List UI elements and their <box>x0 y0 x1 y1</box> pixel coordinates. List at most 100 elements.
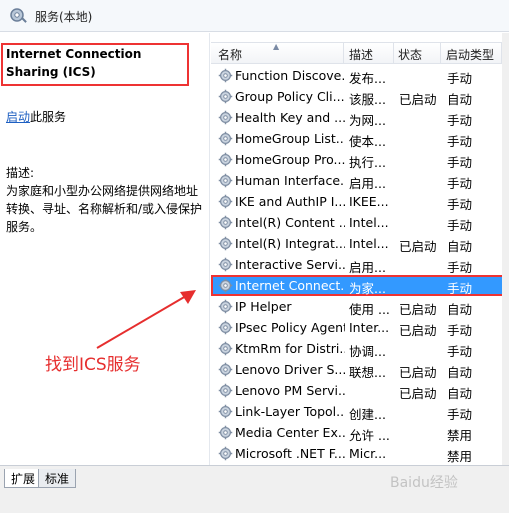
service-gear-icon <box>218 89 233 104</box>
service-row[interactable]: IP Helper 使用 ... 已启动 自动 <box>211 296 509 317</box>
service-description: 为网... <box>349 113 386 128</box>
service-startup-type: 手动 <box>447 113 473 128</box>
tab-standard[interactable]: 标准 <box>38 469 77 488</box>
service-description: Intel... <box>349 215 389 230</box>
service-name: Human Interface... <box>235 173 345 188</box>
service-startup-type: 手动 <box>447 176 473 191</box>
service-startup-type: 手动 <box>447 407 473 422</box>
service-description: IKEE... <box>349 194 389 209</box>
service-description: 该服... <box>349 92 386 107</box>
service-startup-type: 手动 <box>447 71 473 86</box>
service-name: KtmRm for Distri... <box>235 341 345 356</box>
service-gear-icon <box>218 68 233 83</box>
column-header-startup-type[interactable]: 启动类型 <box>446 46 494 63</box>
service-startup-type: 手动 <box>447 155 473 170</box>
column-header-description[interactable]: 描述 <box>349 46 373 63</box>
watermark-text: Baidu经验 <box>390 475 458 491</box>
services-icon <box>10 8 27 23</box>
service-row[interactable]: IPsec Policy Agent Inter... 已启动 手动 <box>211 317 509 338</box>
service-row[interactable]: HomeGroup Pro... 执行... 手动 <box>211 149 509 170</box>
service-startup-type: 禁用 <box>447 428 473 443</box>
start-service-link[interactable]: 启动 <box>6 110 30 124</box>
vertical-scrollbar[interactable] <box>502 33 509 465</box>
service-row[interactable]: Media Center Ex... 允许 ... 禁用 <box>211 422 509 443</box>
service-description: Intel... <box>349 236 389 251</box>
service-status: 已启动 <box>399 92 437 107</box>
services-list: ▲ 名称 描述 状态 启动类型 Function Discove... 发布...… <box>211 33 509 465</box>
service-description: 为家... <box>349 281 386 296</box>
service-name: HomeGroup List... <box>235 131 345 146</box>
service-row[interactable]: Health Key and ... 为网... 手动 <box>211 107 509 128</box>
service-name: HomeGroup Pro... <box>235 152 345 167</box>
sort-up-icon: ▲ <box>273 42 280 51</box>
service-gear-icon <box>218 404 233 419</box>
service-description: 启用... <box>349 176 386 191</box>
service-startup-type: 手动 <box>447 218 473 233</box>
column-divider[interactable] <box>440 43 441 64</box>
column-header-row: ▲ 名称 描述 状态 启动类型 <box>211 42 509 64</box>
service-row[interactable]: Intel(R) Integrat... Intel... 已启动 自动 <box>211 233 509 254</box>
service-row[interactable]: Lenovo PM Servi... 已启动 自动 <box>211 380 509 401</box>
service-status: 已启动 <box>399 386 437 401</box>
title-bar: 服务(本地) <box>0 0 509 32</box>
service-gear-icon <box>218 320 233 335</box>
service-name: Media Center Ex... <box>235 425 345 440</box>
service-startup-type: 手动 <box>447 344 473 359</box>
description-text: 为家庭和小型办公网络提供网络地址转换、寻址、名称解析和/或入侵保护服务。 <box>6 184 203 234</box>
service-gear-icon <box>218 215 233 230</box>
service-gear-icon <box>218 341 233 356</box>
service-row[interactable]: Group Policy Cli... 该服... 已启动 自动 <box>211 86 509 107</box>
service-startup-type: 手动 <box>447 197 473 212</box>
service-startup-type: 自动 <box>447 386 473 401</box>
service-description: Inter... <box>349 320 390 335</box>
service-startup-type: 手动 <box>447 134 473 149</box>
service-row[interactable]: IKE and AuthIP I... IKEE... 手动 <box>211 191 509 212</box>
column-divider[interactable] <box>343 43 344 64</box>
service-description: 允许 ... <box>349 428 390 443</box>
service-status: 已启动 <box>399 239 437 254</box>
column-header-status[interactable]: 状态 <box>398 46 422 63</box>
column-header-name[interactable]: 名称 <box>218 46 242 63</box>
service-name: IP Helper <box>235 299 292 314</box>
service-status: 已启动 <box>399 365 437 380</box>
service-row[interactable]: Intel(R) Content ... Intel... 手动 <box>211 212 509 233</box>
service-row[interactable]: Lenovo Driver S... 联想... 已启动 自动 <box>211 359 509 380</box>
service-description: 使用 ... <box>349 302 390 317</box>
service-row[interactable]: HomeGroup List... 使本... 手动 <box>211 128 509 149</box>
selected-service-title: Internet Connection Sharing (ICS) <box>6 47 142 79</box>
description-label: 描述: <box>6 166 35 180</box>
service-status: 已启动 <box>399 323 437 338</box>
service-gear-icon <box>218 194 233 209</box>
service-row[interactable]: Internet Connect... 为家... 手动 <box>211 275 509 296</box>
service-name: Microsoft .NET F... <box>235 446 345 461</box>
service-description: 启用... <box>349 260 386 275</box>
service-name: Lenovo Driver S... <box>235 362 345 377</box>
service-gear-icon <box>218 152 233 167</box>
service-startup-type: 自动 <box>447 302 473 317</box>
service-gear-icon <box>218 383 233 398</box>
detail-pane: Internet Connection Sharing (ICS) 启动此服务 … <box>0 33 210 465</box>
service-row[interactable]: Link-Layer Topol... 创建... 手动 <box>211 401 509 422</box>
column-divider[interactable] <box>393 43 394 64</box>
service-row[interactable]: KtmRm for Distri... 协调... 手动 <box>211 338 509 359</box>
service-description: 执行... <box>349 155 386 170</box>
service-row[interactable]: Microsoft .NET F... Micr... 禁用 <box>211 443 509 464</box>
service-startup-type: 自动 <box>447 92 473 107</box>
service-row[interactable]: Function Discove... 发布... 手动 <box>211 65 509 86</box>
service-gear-icon <box>218 131 233 146</box>
service-name: Intel(R) Content ... <box>235 215 345 230</box>
service-name: Internet Connect... <box>235 278 345 293</box>
tab-extended[interactable]: 扩展 <box>4 469 43 488</box>
service-row[interactable]: Interactive Servi... 启用... 手动 <box>211 254 509 275</box>
service-name: Interactive Servi... <box>235 257 345 272</box>
service-name: Function Discove... <box>235 68 345 83</box>
service-name: IKE and AuthIP I... <box>235 194 345 209</box>
service-row[interactable]: Human Interface... 启用... 手动 <box>211 170 509 191</box>
service-startup-type: 手动 <box>447 323 473 338</box>
service-description: 协调... <box>349 344 386 359</box>
service-description: Micr... <box>349 446 387 461</box>
service-name: IPsec Policy Agent <box>235 320 345 335</box>
service-startup-type: 自动 <box>447 365 473 380</box>
service-description: 发布... <box>349 71 386 86</box>
service-gear-icon <box>218 425 233 440</box>
